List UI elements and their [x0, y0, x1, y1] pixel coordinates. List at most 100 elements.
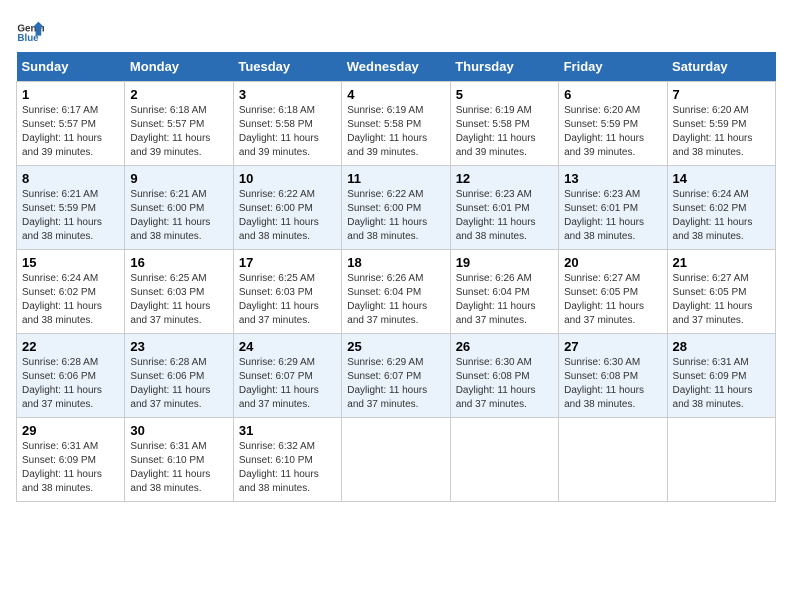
day-info: Sunrise: 6:31 AMSunset: 6:10 PMDaylight:…: [130, 441, 210, 494]
day-number: 4: [347, 87, 444, 102]
day-number: 15: [22, 255, 119, 270]
day-number: 30: [130, 423, 227, 438]
column-header-sunday: Sunday: [17, 52, 125, 82]
calendar-cell: 22 Sunrise: 6:28 AMSunset: 6:06 PMDaylig…: [17, 334, 125, 418]
day-number: 7: [673, 87, 770, 102]
day-info: Sunrise: 6:22 AMSunset: 6:00 PMDaylight:…: [239, 189, 319, 242]
calendar-cell: 24 Sunrise: 6:29 AMSunset: 6:07 PMDaylig…: [233, 334, 341, 418]
day-number: 18: [347, 255, 444, 270]
calendar-cell: [559, 418, 667, 502]
calendar-cell: 17 Sunrise: 6:25 AMSunset: 6:03 PMDaylig…: [233, 250, 341, 334]
day-info: Sunrise: 6:20 AMSunset: 5:59 PMDaylight:…: [564, 105, 644, 158]
day-number: 11: [347, 171, 444, 186]
calendar-cell: [667, 418, 775, 502]
calendar-cell: 26 Sunrise: 6:30 AMSunset: 6:08 PMDaylig…: [450, 334, 558, 418]
day-info: Sunrise: 6:25 AMSunset: 6:03 PMDaylight:…: [239, 273, 319, 326]
day-number: 17: [239, 255, 336, 270]
calendar-cell: 11 Sunrise: 6:22 AMSunset: 6:00 PMDaylig…: [342, 166, 450, 250]
day-number: 6: [564, 87, 661, 102]
day-info: Sunrise: 6:21 AMSunset: 5:59 PMDaylight:…: [22, 189, 102, 242]
day-info: Sunrise: 6:18 AMSunset: 5:58 PMDaylight:…: [239, 105, 319, 158]
calendar-cell: 25 Sunrise: 6:29 AMSunset: 6:07 PMDaylig…: [342, 334, 450, 418]
day-info: Sunrise: 6:28 AMSunset: 6:06 PMDaylight:…: [130, 357, 210, 410]
day-number: 2: [130, 87, 227, 102]
day-info: Sunrise: 6:25 AMSunset: 6:03 PMDaylight:…: [130, 273, 210, 326]
calendar-cell: 27 Sunrise: 6:30 AMSunset: 6:08 PMDaylig…: [559, 334, 667, 418]
calendar-week-5: 29 Sunrise: 6:31 AMSunset: 6:09 PMDaylig…: [17, 418, 776, 502]
day-number: 9: [130, 171, 227, 186]
day-number: 29: [22, 423, 119, 438]
calendar-cell: 9 Sunrise: 6:21 AMSunset: 6:00 PMDayligh…: [125, 166, 233, 250]
day-info: Sunrise: 6:20 AMSunset: 5:59 PMDaylight:…: [673, 105, 753, 158]
day-info: Sunrise: 6:29 AMSunset: 6:07 PMDaylight:…: [347, 357, 427, 410]
calendar-cell: 20 Sunrise: 6:27 AMSunset: 6:05 PMDaylig…: [559, 250, 667, 334]
calendar-cell: [450, 418, 558, 502]
calendar-cell: 10 Sunrise: 6:22 AMSunset: 6:00 PMDaylig…: [233, 166, 341, 250]
day-number: 26: [456, 339, 553, 354]
day-info: Sunrise: 6:30 AMSunset: 6:08 PMDaylight:…: [564, 357, 644, 410]
calendar-table: SundayMondayTuesdayWednesdayThursdayFrid…: [16, 52, 776, 502]
day-number: 13: [564, 171, 661, 186]
logo-icon: General Blue: [16, 16, 44, 44]
day-info: Sunrise: 6:19 AMSunset: 5:58 PMDaylight:…: [456, 105, 536, 158]
day-number: 8: [22, 171, 119, 186]
day-info: Sunrise: 6:24 AMSunset: 6:02 PMDaylight:…: [673, 189, 753, 242]
day-info: Sunrise: 6:17 AMSunset: 5:57 PMDaylight:…: [22, 105, 102, 158]
calendar-week-2: 8 Sunrise: 6:21 AMSunset: 5:59 PMDayligh…: [17, 166, 776, 250]
day-info: Sunrise: 6:31 AMSunset: 6:09 PMDaylight:…: [673, 357, 753, 410]
calendar-cell: 1 Sunrise: 6:17 AMSunset: 5:57 PMDayligh…: [17, 82, 125, 166]
calendar-cell: 7 Sunrise: 6:20 AMSunset: 5:59 PMDayligh…: [667, 82, 775, 166]
page-header: General Blue: [16, 16, 776, 44]
calendar-cell: 23 Sunrise: 6:28 AMSunset: 6:06 PMDaylig…: [125, 334, 233, 418]
day-info: Sunrise: 6:18 AMSunset: 5:57 PMDaylight:…: [130, 105, 210, 158]
calendar-cell: 21 Sunrise: 6:27 AMSunset: 6:05 PMDaylig…: [667, 250, 775, 334]
day-number: 21: [673, 255, 770, 270]
calendar-cell: 31 Sunrise: 6:32 AMSunset: 6:10 PMDaylig…: [233, 418, 341, 502]
column-header-friday: Friday: [559, 52, 667, 82]
column-header-thursday: Thursday: [450, 52, 558, 82]
day-info: Sunrise: 6:24 AMSunset: 6:02 PMDaylight:…: [22, 273, 102, 326]
day-number: 27: [564, 339, 661, 354]
day-info: Sunrise: 6:26 AMSunset: 6:04 PMDaylight:…: [456, 273, 536, 326]
calendar-cell: 28 Sunrise: 6:31 AMSunset: 6:09 PMDaylig…: [667, 334, 775, 418]
day-number: 25: [347, 339, 444, 354]
day-number: 10: [239, 171, 336, 186]
calendar-cell: 13 Sunrise: 6:23 AMSunset: 6:01 PMDaylig…: [559, 166, 667, 250]
logo: General Blue: [16, 16, 44, 44]
calendar-cell: 16 Sunrise: 6:25 AMSunset: 6:03 PMDaylig…: [125, 250, 233, 334]
day-number: 5: [456, 87, 553, 102]
day-number: 22: [22, 339, 119, 354]
day-info: Sunrise: 6:27 AMSunset: 6:05 PMDaylight:…: [564, 273, 644, 326]
column-header-tuesday: Tuesday: [233, 52, 341, 82]
day-number: 3: [239, 87, 336, 102]
day-info: Sunrise: 6:19 AMSunset: 5:58 PMDaylight:…: [347, 105, 427, 158]
day-info: Sunrise: 6:31 AMSunset: 6:09 PMDaylight:…: [22, 441, 102, 494]
day-info: Sunrise: 6:26 AMSunset: 6:04 PMDaylight:…: [347, 273, 427, 326]
day-number: 16: [130, 255, 227, 270]
day-number: 1: [22, 87, 119, 102]
calendar-cell: 5 Sunrise: 6:19 AMSunset: 5:58 PMDayligh…: [450, 82, 558, 166]
column-header-wednesday: Wednesday: [342, 52, 450, 82]
calendar-cell: 14 Sunrise: 6:24 AMSunset: 6:02 PMDaylig…: [667, 166, 775, 250]
calendar-cell: 8 Sunrise: 6:21 AMSunset: 5:59 PMDayligh…: [17, 166, 125, 250]
day-number: 24: [239, 339, 336, 354]
calendar-cell: 15 Sunrise: 6:24 AMSunset: 6:02 PMDaylig…: [17, 250, 125, 334]
calendar-cell: 2 Sunrise: 6:18 AMSunset: 5:57 PMDayligh…: [125, 82, 233, 166]
column-header-monday: Monday: [125, 52, 233, 82]
calendar-cell: 29 Sunrise: 6:31 AMSunset: 6:09 PMDaylig…: [17, 418, 125, 502]
day-info: Sunrise: 6:21 AMSunset: 6:00 PMDaylight:…: [130, 189, 210, 242]
day-number: 19: [456, 255, 553, 270]
day-info: Sunrise: 6:23 AMSunset: 6:01 PMDaylight:…: [564, 189, 644, 242]
calendar-week-3: 15 Sunrise: 6:24 AMSunset: 6:02 PMDaylig…: [17, 250, 776, 334]
day-number: 12: [456, 171, 553, 186]
day-number: 28: [673, 339, 770, 354]
column-header-saturday: Saturday: [667, 52, 775, 82]
calendar-cell: 4 Sunrise: 6:19 AMSunset: 5:58 PMDayligh…: [342, 82, 450, 166]
calendar-cell: 18 Sunrise: 6:26 AMSunset: 6:04 PMDaylig…: [342, 250, 450, 334]
day-number: 31: [239, 423, 336, 438]
calendar-cell: 12 Sunrise: 6:23 AMSunset: 6:01 PMDaylig…: [450, 166, 558, 250]
calendar-cell: 3 Sunrise: 6:18 AMSunset: 5:58 PMDayligh…: [233, 82, 341, 166]
day-number: 14: [673, 171, 770, 186]
calendar-cell: 19 Sunrise: 6:26 AMSunset: 6:04 PMDaylig…: [450, 250, 558, 334]
day-info: Sunrise: 6:29 AMSunset: 6:07 PMDaylight:…: [239, 357, 319, 410]
